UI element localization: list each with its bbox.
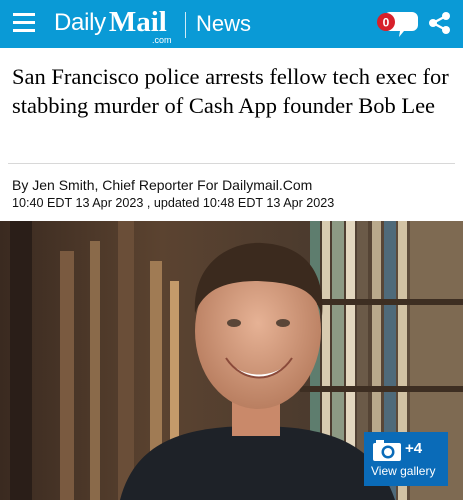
logo-daily-text: Daily [54, 9, 106, 36]
article-headline: San Francisco police arrests fellow tech… [12, 64, 449, 118]
header-divider [185, 12, 186, 38]
headline-divider [8, 163, 455, 164]
article-dateline: 10:40 EDT 13 Apr 2023 , updated 10:48 ED… [12, 196, 335, 210]
comment-count: 0 [383, 16, 390, 30]
share-icon[interactable] [428, 11, 452, 35]
article-byline[interactable]: By Jen Smith, Chief Reporter For Dailyma… [12, 176, 312, 194]
top-bar: Daily Mail .com News 0 [0, 0, 463, 48]
camera-icon [373, 440, 401, 461]
gallery-label: View gallery [371, 464, 436, 478]
comments-icon: 0 [377, 12, 418, 37]
gallery-count: +4 [405, 440, 423, 457]
view-gallery-button[interactable]: +4 View gallery [364, 432, 448, 486]
logo-mail-text: Mail [108, 6, 167, 38]
site-logo[interactable]: Daily Mail .com [54, 6, 172, 46]
section-link-news[interactable]: News [196, 12, 251, 36]
logo-com-text: .com [152, 35, 172, 45]
comments-button[interactable]: 0 [376, 9, 420, 39]
menu-icon[interactable] [12, 10, 38, 36]
